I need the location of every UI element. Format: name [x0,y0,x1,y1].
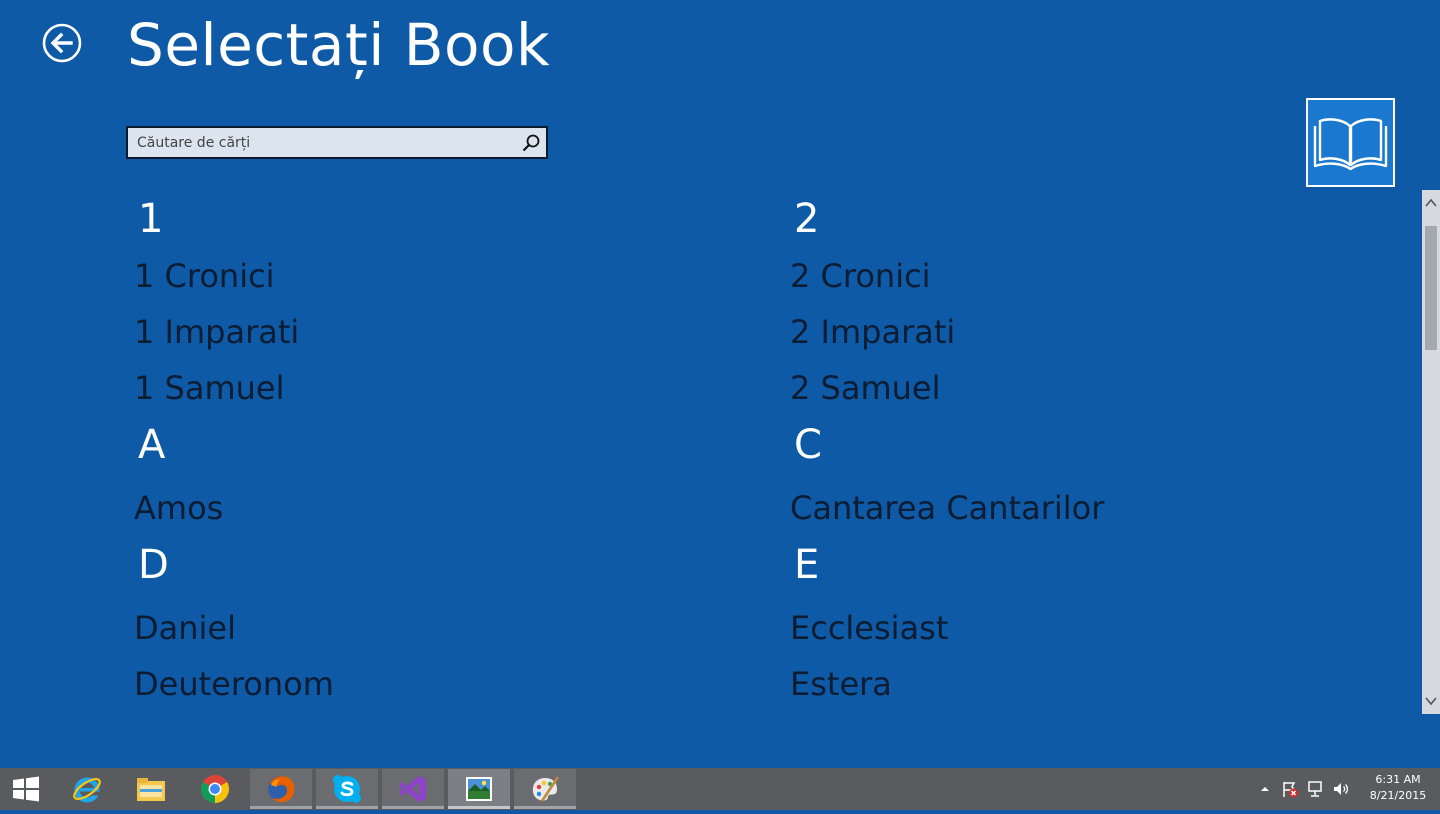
book-item[interactable]: 1 Imparati [134,304,734,360]
scroll-thumb[interactable] [1425,226,1437,350]
group-header[interactable]: D [134,536,734,594]
taskbar-app-chrome[interactable] [184,769,246,809]
vertical-scrollbar[interactable] [1422,190,1440,714]
book-item[interactable]: 2 Samuel [790,360,1390,416]
book-item[interactable]: 2 Cronici [790,248,1390,304]
action-center-button[interactable] [1281,780,1299,798]
taskbar-app-paint[interactable] [514,769,576,809]
network-button[interactable] [1306,780,1324,798]
taskbar: 6:31 AM 8/21/2015 [0,768,1440,810]
book-item[interactable]: Ecclesiast [790,600,1390,656]
book-item[interactable]: Estera [790,656,1390,712]
system-clock[interactable]: 6:31 AM 8/21/2015 [1362,772,1434,804]
scroll-down-button[interactable] [1422,688,1440,714]
clock-time: 6:31 AM [1375,773,1421,786]
book-column-right: 2 2 Cronici 2 Imparati 2 Samuel C Cantar… [790,190,1390,712]
book-item[interactable]: 1 Samuel [134,360,734,416]
book-item[interactable]: 2 Imparati [790,304,1390,360]
speaker-icon [1334,783,1349,795]
file-explorer-icon [137,778,165,801]
landscape-app-icon [466,777,492,801]
taskbar-app-visual-studio[interactable] [382,769,444,809]
group-header[interactable]: C [790,416,1390,474]
book-item[interactable]: 1 Cronici [134,248,734,304]
chevron-down-icon [1425,697,1437,706]
volume-button[interactable] [1332,780,1350,798]
group-header[interactable]: 2 [790,190,1390,248]
group-header[interactable]: A [134,416,734,474]
book-item[interactable]: Cantarea Cantarilor [790,480,1390,536]
taskbar-app-firefox[interactable] [250,769,312,809]
scroll-up-button[interactable] [1422,190,1440,216]
start-button[interactable] [0,768,52,810]
book-list: 1 1 Cronici 1 Imparati 1 Samuel A Amos D… [0,0,1420,768]
internet-explorer-icon [73,777,101,803]
book-item[interactable]: Daniel [134,600,734,656]
action-center-flag-icon [1283,782,1298,798]
taskbar-app-file-explorer[interactable] [120,769,182,809]
taskbar-app-bible[interactable] [448,769,510,809]
paint-icon [532,776,560,802]
show-hidden-icons-button[interactable] [1256,780,1274,798]
chevron-up-icon [1425,198,1437,207]
firefox-icon [268,776,295,803]
book-item[interactable]: Amos [134,480,734,536]
bible-app-window: Selectați Book 1 1 Cronici 1 Imparati 1 … [0,0,1440,768]
group-header[interactable]: E [790,536,1390,594]
group-header[interactable]: 1 [134,190,734,248]
taskbar-app-skype[interactable] [316,769,378,809]
taskbar-app-internet-explorer[interactable] [56,769,118,809]
book-item[interactable]: Deuteronom [134,656,734,712]
skype-icon [333,775,361,803]
visual-studio-icon [400,776,426,802]
clock-date: 8/21/2015 [1369,789,1427,802]
book-column-left: 1 1 Cronici 1 Imparati 1 Samuel A Amos D… [134,190,734,712]
chevron-up-icon [1261,787,1269,791]
network-icon [1308,781,1322,797]
windows-logo-icon [13,776,39,802]
chrome-icon [201,775,229,803]
